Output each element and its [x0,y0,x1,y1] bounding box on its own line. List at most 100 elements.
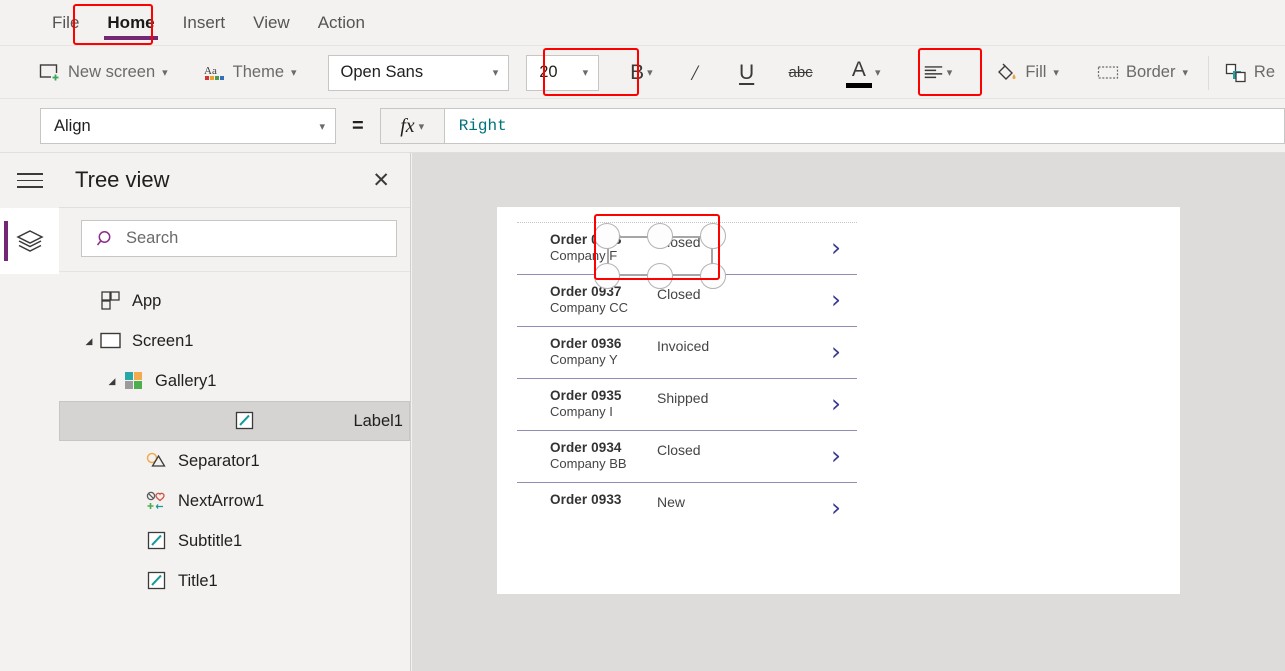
twisty-expanded[interactable]: ◢ [105,376,119,387]
row-titles: Order 0934 Company BB [550,440,627,471]
gallery-row[interactable]: Order 0935 Company I Shipped › [517,379,857,431]
menu-item-view[interactable]: View [239,7,304,39]
gallery-row[interactable]: Order 0934 Company BB Closed › [517,431,857,483]
tree-node-label: Separator1 [178,451,260,470]
tree-node-label1[interactable]: Label1 [59,401,410,441]
property-value: Align [54,116,91,135]
rail-item-tree-view[interactable] [0,208,59,274]
theme-label: Theme [232,63,285,81]
menu-item-action[interactable]: Action [304,7,379,39]
close-icon[interactable]: ✕ [372,170,390,191]
font-family-select[interactable]: Open Sans ▾ [327,54,510,91]
resize-handle-top-left[interactable] [594,223,620,249]
font-color-label: A [851,57,866,81]
font-size-select[interactable]: 20 ▾ [526,54,600,91]
menu-item-file[interactable]: File [38,7,93,39]
resize-handle-top-right[interactable] [700,223,726,249]
theme-button[interactable]: Aa Theme ▾ [194,51,307,95]
label1-selection-box [594,223,726,289]
ribbon-toolbar: New screen ▾ Aa Theme ▾ Open Sans ▾ 20 ▾… [0,46,1285,99]
menu-item-label: Action [317,13,365,32]
chevron-down-icon: ▾ [582,67,589,79]
app-icon [99,291,123,311]
align-button[interactable]: ▾ [915,53,960,93]
canvas-area: Order 0938 Company F Closed › Order 0937… [412,153,1285,671]
twisty-expanded[interactable]: ◢ [82,336,96,347]
underline-button[interactable]: U [730,53,764,93]
chevron-down-icon: ▾ [1182,67,1188,79]
strikethrough-button[interactable]: abc [782,53,820,93]
label-icon [145,531,169,551]
italic-label: / [691,59,698,85]
resize-handle-bottom-center[interactable] [647,263,673,289]
font-size-value: 20 [539,63,558,81]
tree-node-subtitle1[interactable]: Subtitle1 [59,521,410,561]
align-icon [924,65,943,78]
menu-item-label: File [52,13,80,32]
next-arrow-icon[interactable]: › [831,287,841,312]
tree-node-separator1[interactable]: Separator1 [59,441,410,481]
gallery-row[interactable]: Order 0933 New › [517,483,857,532]
theme-icon: Aa [204,65,224,80]
italic-button[interactable]: / [678,53,712,93]
fx-label: fx [400,114,415,137]
tree-node-gallery1[interactable]: ◢ Gallery1 [59,361,410,401]
row-order: Order 0934 [550,440,622,455]
chevron-down-icon: ▾ [492,67,499,79]
new-screen-button[interactable]: New screen ▾ [29,51,178,95]
app-screen[interactable]: Order 0938 Company F Closed › Order 0937… [497,207,1180,594]
fx-button[interactable]: fx ▾ [379,108,445,144]
row-order: Order 0935 [550,388,622,403]
left-rail [0,153,59,671]
next-arrow-icon[interactable]: › [831,235,841,260]
bold-button[interactable]: B ▾ [623,53,659,93]
tree-node-label: Subtitle1 [178,531,243,550]
next-arrow-icon[interactable]: › [831,391,841,416]
row-status: Shipped [657,390,709,406]
row-status: Closed [657,442,701,458]
hamburger-menu-button[interactable] [0,153,59,208]
active-tab-underline [104,36,158,40]
row-company: Company I [550,404,613,419]
resize-handle-bottom-left[interactable] [594,263,620,289]
reorder-label: Re [1253,63,1275,81]
menu-item-home[interactable]: Home [93,7,168,40]
border-label: Border [1125,63,1176,81]
tree-node-screen1[interactable]: ◢ Screen1 [59,321,410,361]
font-family-value: Open Sans [340,63,424,81]
resize-handle-bottom-right[interactable] [700,263,726,289]
formula-input[interactable]: Right [444,108,1285,144]
border-button[interactable]: Border ▾ [1087,51,1198,95]
active-rail-indicator [4,221,8,261]
tree-node-nextarrow1[interactable]: NextArrow1 [59,481,410,521]
tree-node-app[interactable]: App [59,281,410,321]
menu-item-insert[interactable]: Insert [169,7,240,39]
row-order: Order 0937 [550,284,622,299]
search-input[interactable]: Search [81,220,397,257]
tree-search-area: Search [59,208,410,272]
tree-node-label: Label1 [353,411,403,430]
nextarrow-icon [145,491,169,511]
resize-handle-top-center[interactable] [647,223,673,249]
gallery-row[interactable]: Order 0936 Company Y Invoiced › [517,327,857,379]
powerapps-studio-window: File Home Insert View Action New screen [0,0,1285,671]
search-placeholder: Search [126,229,179,247]
next-arrow-icon[interactable]: › [831,443,841,468]
font-color-button[interactable]: A ▾ [840,53,887,93]
row-company: Company CC [550,300,629,315]
chevron-down-icon: ▾ [291,67,297,79]
rail-empty-area [0,274,59,671]
next-arrow-icon[interactable]: › [831,339,841,364]
border-icon [1097,65,1119,79]
chevron-down-icon: ▾ [162,67,168,79]
row-order: Order 0933 [550,492,622,507]
row-company: Company Y [550,352,618,367]
reorder-button[interactable]: Re [1215,51,1285,95]
gallery-row[interactable]: Order 0937 Company CC Closed › [517,275,857,327]
fill-button[interactable]: Fill ▾ [986,51,1069,95]
search-icon [96,230,111,245]
tree-node-title1[interactable]: Title1 [59,561,410,601]
row-titles: Order 0937 Company CC [550,284,628,315]
next-arrow-icon[interactable]: › [831,495,841,520]
property-select[interactable]: Align ▾ [40,108,336,144]
